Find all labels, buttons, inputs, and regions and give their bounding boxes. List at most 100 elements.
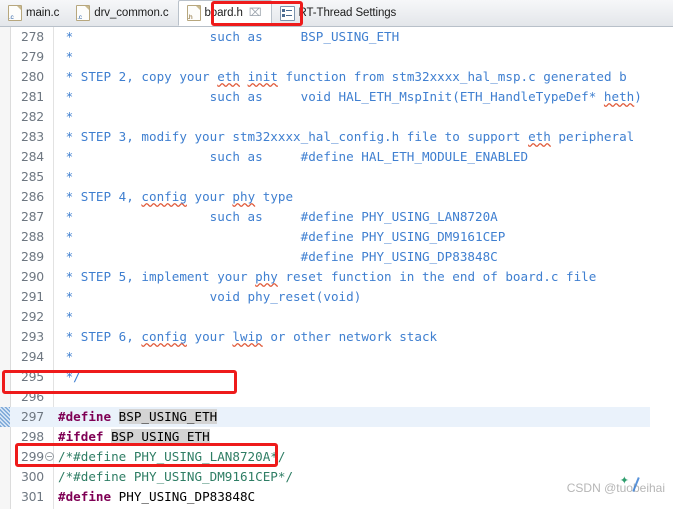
spellcheck-underlined-word: config xyxy=(141,329,187,344)
code-line-text: * such as BSP_USING_ETH xyxy=(58,27,670,47)
code-line[interactable]: 289 * #define PHY_USING_DP83848C xyxy=(0,247,673,267)
code-line-text: /*#define PHY_USING_LAN8720A*/ xyxy=(58,447,670,467)
close-icon[interactable]: ⌧ xyxy=(249,7,262,19)
code-line[interactable]: 296 xyxy=(0,387,673,407)
spellcheck-underlined-word: phy xyxy=(232,189,256,204)
code-line[interactable]: 298 #ifdef BSP_USING_ETH xyxy=(0,427,673,447)
code-line[interactable]: 284 * such as #define HAL_ETH_MODULE_ENA… xyxy=(0,147,673,167)
code-line-text: * such as #define PHY_USING_LAN8720A xyxy=(58,207,670,227)
code-line[interactable]: 290 * STEP 5, implement your phy reset f… xyxy=(0,267,673,287)
code-token: */ xyxy=(58,369,81,384)
editor-tab-drv-common-c[interactable]: .c drv_common.c xyxy=(68,0,177,26)
code-token: ) xyxy=(634,89,642,104)
code-line[interactable]: 295 */ xyxy=(0,367,673,387)
line-number: 298 xyxy=(20,429,44,444)
watermark-star-icon: ✦ xyxy=(619,475,629,487)
editor-tab-board-h[interactable]: .h board.h ⌧ xyxy=(177,0,272,26)
code-token: reset function in the end of board.c fil… xyxy=(277,269,597,284)
code-line[interactable]: 281 * such as void HAL_ETH_MspInit(ETH_H… xyxy=(0,87,673,107)
code-line[interactable]: 294 * xyxy=(0,347,673,367)
line-number: 285 xyxy=(20,169,44,184)
code-line[interactable]: 293 * STEP 6, config your lwip or other … xyxy=(0,327,673,347)
code-line[interactable]: 297 #define BSP_USING_ETH xyxy=(0,407,673,427)
code-token: /*#define PHY_USING_DM9161CEP*/ xyxy=(58,469,294,484)
code-line-text: * STEP 2, copy your eth init function fr… xyxy=(58,67,670,87)
code-token: * #define PHY_USING_DM9161CEP xyxy=(58,229,506,244)
line-number: 288 xyxy=(20,229,44,244)
code-token: * STEP 6, xyxy=(58,329,142,344)
code-line-text: */ xyxy=(58,367,670,387)
code-line[interactable]: 291 * void phy_reset(void) xyxy=(0,287,673,307)
code-line[interactable]: 279 * xyxy=(0,47,673,67)
line-number: 297 xyxy=(20,409,44,424)
code-line[interactable]: 280 * STEP 2, copy your eth init functio… xyxy=(0,67,673,87)
code-token: * xyxy=(58,49,74,64)
code-token: #ifdef xyxy=(58,429,104,444)
watermark-text: CSDN @tuobeihai xyxy=(566,481,665,495)
code-token: type xyxy=(255,189,294,204)
code-line-text: * STEP 5, implement your phy reset funct… xyxy=(58,267,670,287)
code-token: * xyxy=(58,309,74,324)
settings-icon xyxy=(279,5,295,21)
c-file-icon: .c xyxy=(8,5,22,21)
line-number: 279 xyxy=(20,49,44,64)
code-line-text: * void phy_reset(void) xyxy=(58,287,670,307)
code-line[interactable]: 299 /*#define PHY_USING_LAN8720A*/ xyxy=(0,447,673,467)
editor-tab-bar: .c main.c .c drv_common.c .h board.h ⌧ RT-Threa… xyxy=(0,0,673,27)
code-line[interactable]: 278 * such as BSP_USING_ETH xyxy=(0,27,673,47)
code-token: or other network stack xyxy=(262,329,438,344)
code-line[interactable]: 286 * STEP 4, config your phy type xyxy=(0,187,673,207)
line-number: 289 xyxy=(20,249,44,264)
code-line[interactable]: 285 * xyxy=(0,167,673,187)
code-line-text: #define BSP_USING_ETH xyxy=(58,407,670,427)
code-line-text: * STEP 6, config your lwip or other netw… xyxy=(58,327,670,347)
code-line-text: #ifdef BSP_USING_ETH xyxy=(58,427,670,447)
editor-tab-main-c[interactable]: .c main.c xyxy=(0,0,68,26)
code-token: /*#define PHY_USING_LAN8720A*/ xyxy=(58,449,286,464)
editor-tab-label: main.c xyxy=(26,7,60,19)
line-number: 286 xyxy=(20,189,44,204)
code-lines[interactable]: 278 * such as BSP_USING_ETH 279 * 280 * ST… xyxy=(0,27,673,509)
code-line-text: * such as void HAL_ETH_MspInit(ETH_Handl… xyxy=(58,87,670,107)
line-number: 294 xyxy=(20,349,44,364)
code-token: * xyxy=(58,109,74,124)
code-line[interactable]: 287 * such as #define PHY_USING_LAN8720A xyxy=(0,207,673,227)
editor-tab-rt-thread-settings[interactable]: RT-Thread Settings xyxy=(272,0,406,26)
code-line-text: * #define PHY_USING_DP83848C xyxy=(58,247,670,267)
code-token: BSP_USING_ETH xyxy=(118,409,218,424)
code-line[interactable]: 282 * xyxy=(0,107,673,127)
code-token: your xyxy=(186,189,233,204)
line-number: 284 xyxy=(20,149,44,164)
code-line-text: * xyxy=(58,167,670,187)
line-number: 299 xyxy=(20,449,44,464)
code-line[interactable]: 292 * xyxy=(0,307,673,327)
code-line-text: * STEP 3, modify your stm32xxxx_hal_conf… xyxy=(58,127,670,147)
code-token: * such as BSP_USING_ETH xyxy=(58,29,400,44)
code-token: function from stm32xxxx_hal_msp.c genera… xyxy=(277,69,627,84)
code-line[interactable]: 283 * STEP 3, modify your stm32xxxx_hal_… xyxy=(0,127,673,147)
code-token: * xyxy=(58,349,74,364)
editor-tab-label: drv_common.c xyxy=(94,7,169,19)
line-number: 295 xyxy=(20,369,44,384)
code-line-text: * #define PHY_USING_DM9161CEP xyxy=(58,227,670,247)
line-number: 290 xyxy=(20,269,44,284)
spellcheck-underlined-word: heth xyxy=(603,89,635,104)
line-number: 287 xyxy=(20,209,44,224)
editor-tab-label: RT-Thread Settings xyxy=(298,7,397,19)
c-file-icon: .c xyxy=(76,5,91,21)
code-line-text: * xyxy=(58,47,670,67)
code-token: * STEP 4, xyxy=(58,189,142,204)
line-number: 301 xyxy=(20,489,44,504)
line-number: 300 xyxy=(20,469,44,484)
code-fold-collapse-icon[interactable] xyxy=(45,452,54,461)
line-number: 282 xyxy=(20,109,44,124)
code-token: * STEP 2, copy your xyxy=(58,69,218,84)
code-token: your xyxy=(186,329,233,344)
code-line[interactable]: 288 * #define PHY_USING_DM9161CEP xyxy=(0,227,673,247)
code-editor[interactable]: 278 * such as BSP_USING_ETH 279 * 280 * ST… xyxy=(0,27,673,509)
spellcheck-underlined-word: eth xyxy=(217,69,240,84)
code-token: peripheral xyxy=(550,129,635,144)
code-token: * such as #define PHY_USING_LAN8720A xyxy=(58,209,498,224)
editor-tab-label: board.h xyxy=(204,7,243,19)
